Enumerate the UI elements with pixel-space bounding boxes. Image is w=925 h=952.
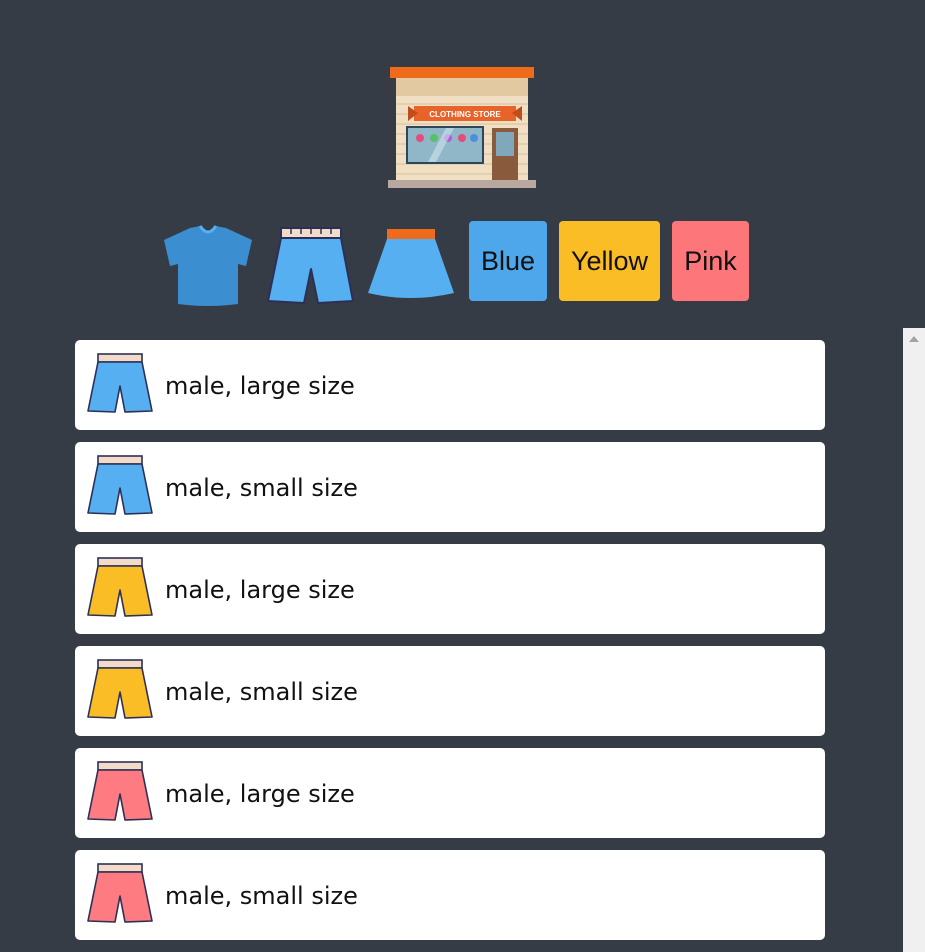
shorts-icon bbox=[85, 658, 155, 722]
list-item[interactable]: male, small size bbox=[75, 850, 825, 940]
scroll-up-arrow-icon[interactable] bbox=[909, 336, 919, 342]
pink-filter-button[interactable]: Pink bbox=[672, 221, 749, 301]
shorts-icon[interactable] bbox=[264, 225, 356, 307]
product-list: male, large size male, small size male, … bbox=[75, 340, 825, 952]
item-description: male, large size bbox=[165, 576, 355, 604]
list-item[interactable]: male, small size bbox=[75, 646, 825, 736]
item-description: male, small size bbox=[165, 882, 358, 910]
shorts-icon bbox=[85, 556, 155, 620]
skirt-icon[interactable] bbox=[366, 229, 456, 301]
list-item[interactable]: male, small size bbox=[75, 442, 825, 532]
clothing-store-logo: CLOTHING STORE bbox=[388, 64, 536, 190]
list-item[interactable]: male, large size bbox=[75, 544, 825, 634]
list-item[interactable]: male, large size bbox=[75, 340, 825, 430]
shorts-icon bbox=[85, 862, 155, 926]
shorts-icon bbox=[85, 454, 155, 518]
list-item[interactable]: male, large size bbox=[75, 748, 825, 838]
item-description: male, large size bbox=[165, 372, 355, 400]
shorts-icon bbox=[85, 352, 155, 416]
blue-filter-button[interactable]: Blue bbox=[469, 221, 547, 301]
scrollbar[interactable] bbox=[903, 328, 925, 952]
item-description: male, small size bbox=[165, 474, 358, 502]
item-description: male, small size bbox=[165, 678, 358, 706]
t-shirt-icon[interactable] bbox=[160, 224, 256, 308]
item-description: male, large size bbox=[165, 780, 355, 808]
store-sign-text: CLOTHING STORE bbox=[429, 110, 501, 119]
yellow-filter-button[interactable]: Yellow bbox=[559, 221, 660, 301]
shorts-icon bbox=[85, 760, 155, 824]
